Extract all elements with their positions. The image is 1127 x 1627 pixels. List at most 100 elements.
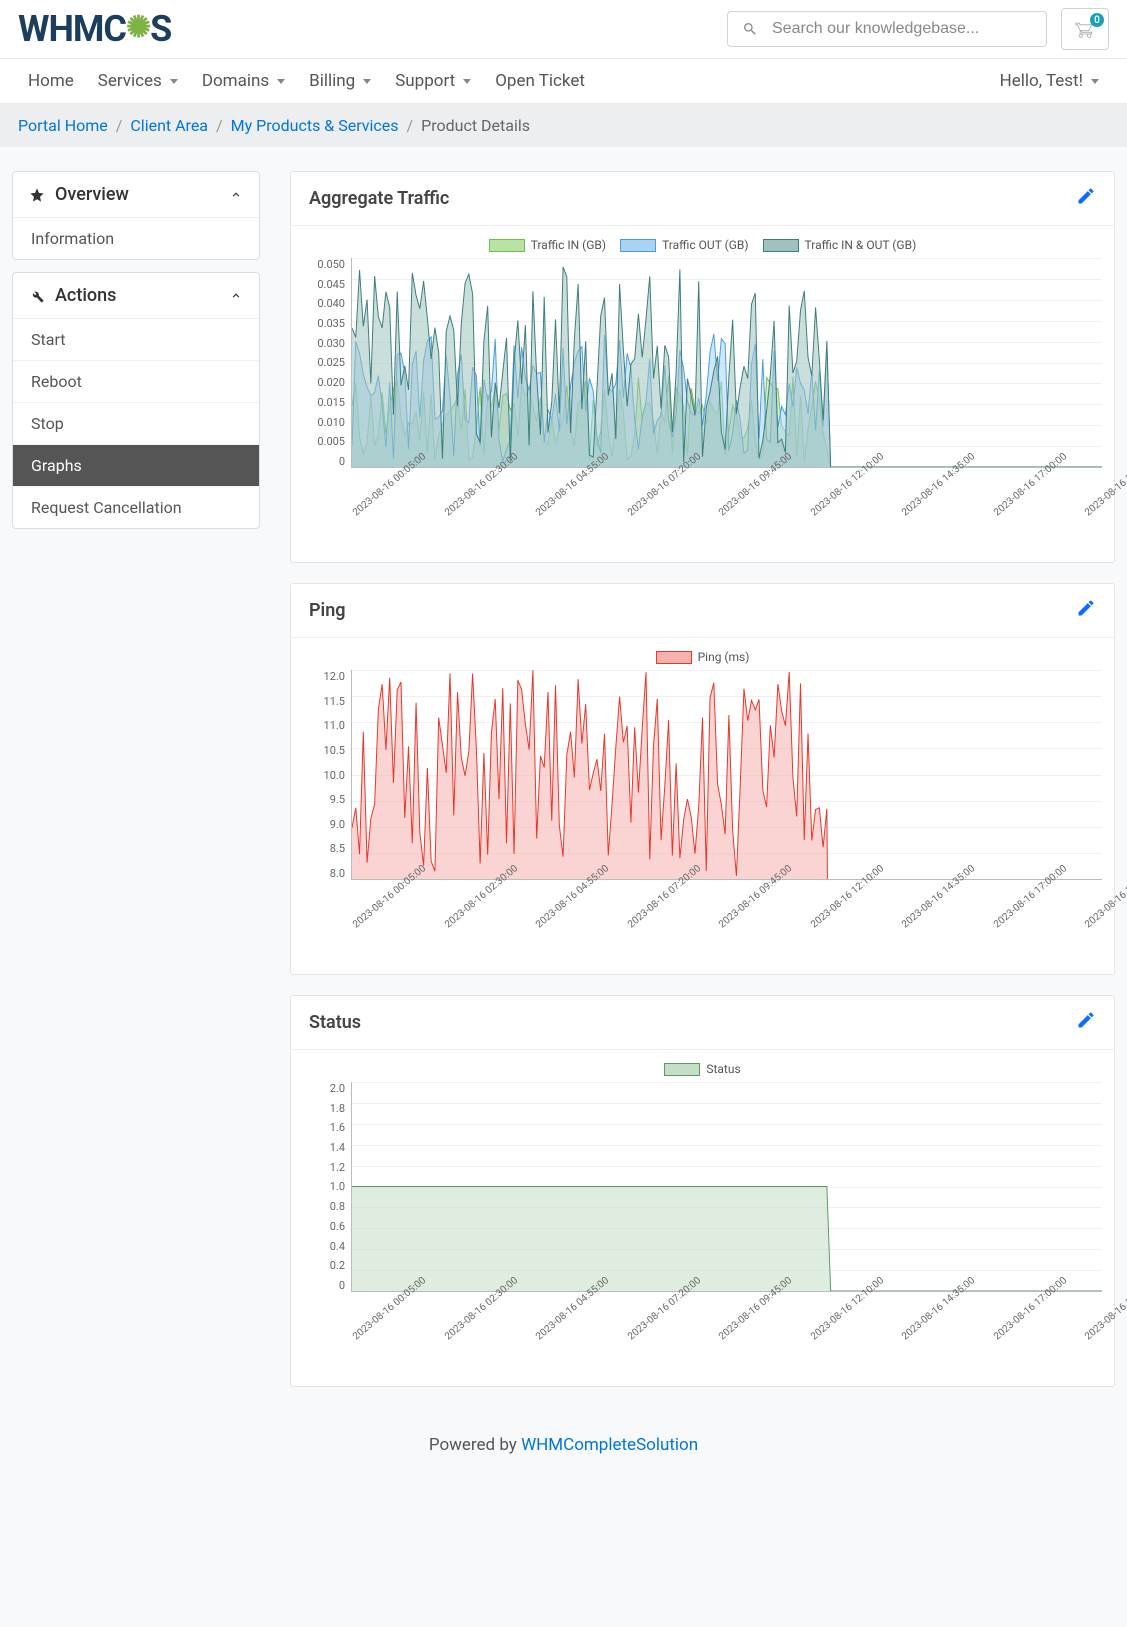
logo-text-post: S	[150, 8, 171, 50]
y-tick: 0.045	[317, 278, 345, 291]
panel-overview-head[interactable]: Overview	[13, 172, 259, 218]
x-tick: 2023-08-16 19:25:00	[1083, 863, 1127, 975]
content: Aggregate TrafficTraffic IN (GB)Traffic …	[290, 171, 1115, 1407]
y-tick: 11.0	[324, 719, 345, 732]
nav-item-billing[interactable]: Billing	[299, 59, 381, 103]
nav-greeting[interactable]: Hello, Test!	[990, 59, 1109, 103]
y-tick: 0	[339, 1279, 345, 1292]
plot-area	[351, 670, 1102, 880]
card-title: Aggregate Traffic	[309, 188, 449, 209]
edit-button[interactable]	[1076, 1010, 1096, 1035]
legend: Traffic IN (GB) Traffic OUT (GB) Traffic I…	[303, 238, 1102, 252]
wrench-icon	[29, 288, 45, 304]
legend: Ping (ms)	[303, 650, 1102, 664]
nav-item-home[interactable]: Home	[18, 59, 84, 103]
legend-swatch	[656, 651, 692, 664]
cart-badge: 0	[1090, 13, 1104, 27]
y-tick: 0.030	[317, 337, 345, 350]
card-title: Ping	[309, 600, 346, 621]
y-tick: 10.5	[324, 744, 345, 757]
nav-label: Domains	[202, 71, 269, 91]
x-tick: 2023-08-16 19:25:00	[1083, 1275, 1127, 1387]
y-tick: 9.5	[330, 793, 345, 806]
panel-overview-title: Overview	[55, 184, 129, 205]
y-tick: 0	[339, 455, 345, 468]
nav-item-domains[interactable]: Domains	[192, 59, 295, 103]
edit-button[interactable]	[1076, 186, 1096, 211]
y-tick: 0.6	[330, 1220, 345, 1233]
y-tick: 2.0	[330, 1082, 345, 1095]
y-tick: 1.6	[330, 1121, 345, 1134]
legend-item: Traffic OUT (GB)	[620, 238, 748, 252]
legend-swatch	[763, 239, 799, 252]
breadcrumb-link[interactable]: My Products & Services	[231, 116, 399, 135]
chevron-down-icon	[170, 79, 178, 84]
navbar: Home Services Domains BillingSupport Open Ti…	[0, 59, 1127, 104]
y-tick: 9.0	[330, 818, 345, 831]
breadcrumb-current: Product Details	[421, 116, 530, 135]
legend-item: Traffic IN & OUT (GB)	[763, 238, 917, 252]
y-tick: 0.040	[317, 297, 345, 310]
legend-swatch	[489, 239, 525, 252]
card-head: Ping	[291, 584, 1114, 638]
chevron-down-icon	[463, 79, 471, 84]
breadcrumb-sep: /	[116, 116, 123, 135]
y-tick: 1.8	[330, 1102, 345, 1115]
search-box[interactable]	[727, 11, 1047, 47]
breadcrumb-link[interactable]: Portal Home	[18, 116, 108, 135]
chevron-down-icon	[363, 79, 371, 84]
edit-button[interactable]	[1076, 598, 1096, 623]
legend-item: Traffic IN (GB)	[489, 238, 606, 252]
breadcrumb-sep: /	[216, 116, 223, 135]
search-icon	[742, 21, 758, 37]
footer-link[interactable]: WHMCompleteSolution	[521, 1435, 698, 1455]
breadcrumb-sep: /	[407, 116, 414, 135]
card-traffic: Aggregate TrafficTraffic IN (GB)Traffic …	[290, 171, 1115, 563]
legend-label: Status	[706, 1062, 740, 1076]
y-tick: 12.0	[324, 670, 345, 683]
nav-item-support[interactable]: Support	[385, 59, 481, 103]
cart-button[interactable]: 0	[1061, 8, 1109, 50]
panel-actions-head[interactable]: Actions	[13, 273, 259, 319]
footer-prefix: Powered by	[429, 1435, 521, 1455]
y-axis: 2.01.81.61.41.21.00.80.60.40.20	[303, 1082, 351, 1292]
legend-label: Traffic IN & OUT (GB)	[805, 238, 917, 252]
search-input[interactable]	[772, 20, 1032, 38]
sidebar-item-request-cancellation[interactable]: Request Cancellation	[13, 486, 259, 528]
nav-label: Open Ticket	[495, 71, 585, 91]
nav-item-services[interactable]: Services	[88, 59, 188, 103]
y-tick: 0.2	[330, 1259, 345, 1272]
breadcrumb-link[interactable]: Client Area	[130, 116, 208, 135]
nav-item-open-ticket[interactable]: Open Ticket	[485, 59, 595, 103]
y-tick: 0.035	[317, 317, 345, 330]
gear-icon: ✺	[126, 10, 150, 45]
sidebar-item-graphs[interactable]: Graphs	[13, 444, 259, 486]
star-icon	[29, 187, 45, 203]
logo[interactable]: WHMC✺S	[18, 8, 171, 50]
breadcrumb: Portal Home / Client Area / My Products & Se…	[0, 104, 1127, 147]
x-tick: 2023-08-16 19:25:00	[1083, 451, 1127, 563]
panel-actions-title: Actions	[55, 285, 116, 306]
plot-area	[351, 258, 1102, 468]
x-axis: 2023-08-16 00:05:002023-08-16 02:30:0020…	[351, 1296, 1102, 1366]
sidebar-item-reboot[interactable]: Reboot	[13, 360, 259, 402]
chevron-up-icon	[229, 289, 243, 303]
plot-area	[351, 1082, 1102, 1292]
y-tick: 0.020	[317, 376, 345, 389]
y-tick: 0.015	[317, 396, 345, 409]
sidebar-item-information[interactable]: Information	[13, 218, 259, 259]
y-tick: 1.4	[330, 1141, 345, 1154]
y-tick: 11.5	[324, 695, 345, 708]
y-tick: 0.4	[330, 1240, 345, 1253]
sidebar-item-start[interactable]: Start	[13, 319, 259, 360]
legend-item: Ping (ms)	[656, 650, 750, 664]
y-axis: 12.011.511.010.510.09.59.08.58.0	[303, 670, 351, 880]
legend-swatch	[620, 239, 656, 252]
y-tick: 8.0	[330, 867, 345, 880]
card-status: StatusStatus2.01.81.61.41.21.00.80.60.40…	[290, 995, 1115, 1387]
sidebar-item-stop[interactable]: Stop	[13, 402, 259, 444]
pencil-icon	[1076, 1010, 1096, 1030]
y-tick: 0.8	[330, 1200, 345, 1213]
nav-label: Services	[98, 71, 162, 91]
card-title: Status	[309, 1012, 361, 1033]
